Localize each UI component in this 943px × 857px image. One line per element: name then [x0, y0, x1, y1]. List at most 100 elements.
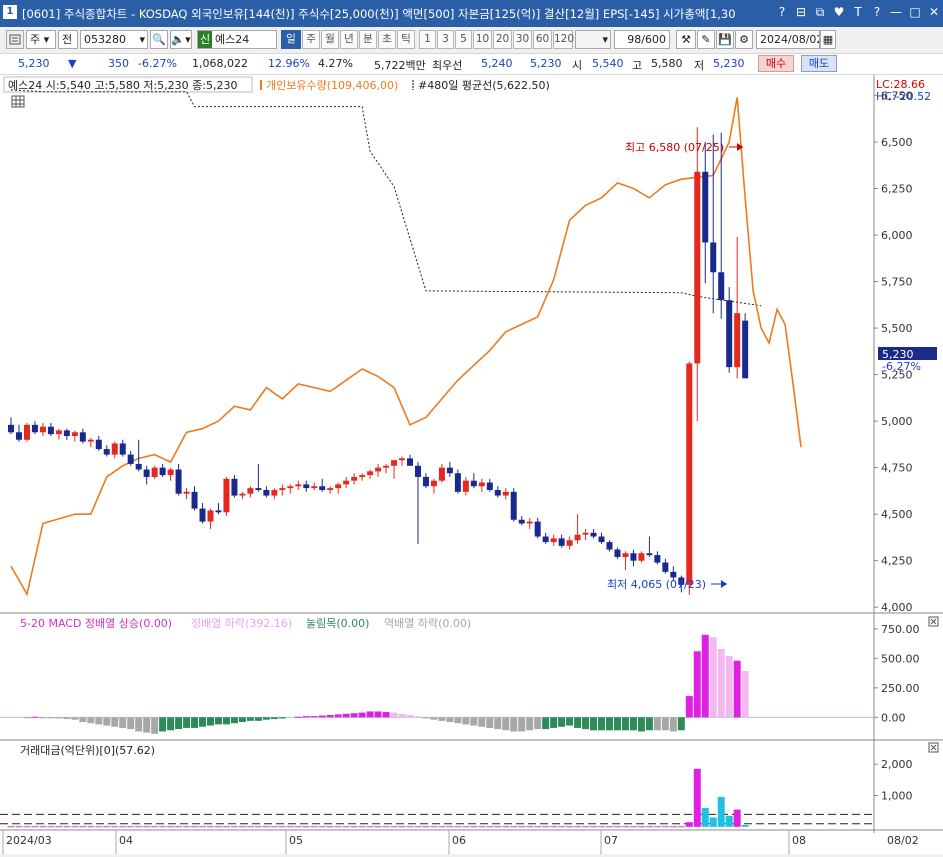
turnover-bar — [183, 825, 191, 828]
interval-3[interactable]: 3 — [437, 30, 454, 49]
candle-body — [263, 489, 270, 496]
candle-body — [199, 508, 206, 522]
price-tick-label: 4,250 — [881, 555, 913, 568]
minimize-button[interactable]: — — [887, 3, 905, 21]
turnover-bar — [534, 825, 542, 828]
settings-icon[interactable]: ⚙ — [735, 30, 753, 49]
candle-body — [343, 480, 350, 485]
turnover-bar — [741, 825, 749, 827]
turnover-bar — [199, 825, 207, 828]
turnover-bar — [566, 825, 574, 828]
price-tick-label: 5,500 — [881, 322, 913, 335]
text-icon[interactable]: T — [849, 3, 867, 21]
low-price: 5,230 — [713, 57, 745, 70]
macd-bar — [741, 671, 749, 718]
candle-body — [566, 540, 573, 546]
period-day[interactable]: 일 — [281, 30, 301, 49]
macd-bar — [246, 717, 254, 721]
chart-area[interactable]: 예스24 시:5,540 고:5,580 저:5,230 종:5,230 개인보… — [0, 75, 943, 854]
macd-bar — [143, 717, 151, 733]
macd-bar — [358, 712, 366, 718]
macd-tick-label: 750.00 — [881, 623, 920, 636]
candle-body — [8, 424, 14, 433]
cascade-icon[interactable]: ⧉ — [811, 3, 829, 21]
period-type-select[interactable]: 주 ▾ — [26, 30, 56, 49]
bar-total: /600 — [641, 33, 666, 46]
macd-bar — [183, 717, 191, 728]
rate-1: 12.96% — [268, 57, 310, 70]
chart-canvas[interactable]: 예스24 시:5,540 고:5,580 저:5,230 종:5,230 개인보… — [0, 75, 943, 854]
macd-bar — [414, 716, 422, 718]
save-icon[interactable]: 💾 — [716, 30, 734, 49]
interval-5[interactable]: 5 — [455, 30, 472, 49]
refresh-icon[interactable] — [6, 30, 24, 49]
title-bar: 1 [0601] 주식종합차트 - KOSDAQ 외국인보유[144(천)] 주… — [0, 0, 943, 27]
interval-custom-select[interactable]: ▾ — [575, 30, 611, 49]
turnover-bar — [414, 825, 422, 828]
favorite-icon[interactable]: ♥ — [830, 3, 848, 21]
interval-20[interactable]: 20 — [493, 30, 512, 49]
market-select[interactable]: 전 — [58, 30, 78, 49]
chart-tools-icon[interactable]: ⚒ — [676, 30, 696, 49]
period-minute[interactable]: 분 — [359, 30, 377, 49]
search-icon[interactable]: 🔍 — [150, 30, 168, 49]
turnover-bar — [661, 825, 669, 828]
candle-body — [279, 488, 286, 490]
stock-name-field[interactable]: 신 예스24 — [197, 30, 277, 49]
interval-30[interactable]: 30 — [513, 30, 532, 49]
period-week[interactable]: 주 — [302, 30, 320, 49]
candle-body — [638, 553, 645, 561]
question-icon[interactable]: ? — [868, 3, 886, 21]
candle-body — [646, 553, 653, 556]
turnover-bar — [550, 825, 558, 828]
draw-icon[interactable]: ✎ — [697, 30, 715, 49]
open-price: 5,540 — [592, 57, 624, 70]
candle-body — [351, 476, 358, 481]
macd-bar — [598, 717, 606, 731]
bar-count-field[interactable]: 98/600 — [614, 30, 670, 49]
macd-bar — [478, 717, 486, 727]
turnover-bar — [701, 808, 709, 827]
maximize-button[interactable]: □ — [906, 3, 924, 21]
candle-body — [598, 536, 605, 543]
candle-body — [582, 532, 589, 535]
stock-code-input[interactable]: 053280 ▾ — [80, 30, 148, 49]
high-annotation: 최고 6,580 (07/25) — [625, 141, 724, 154]
dropdown-arrow-icon: ▾ — [602, 33, 608, 46]
turnover-panel-close-icon[interactable] — [928, 742, 939, 753]
turnover-bar — [31, 825, 39, 828]
macd-bar — [733, 660, 741, 718]
period-second[interactable]: 초 — [378, 30, 396, 49]
turnover-bar — [717, 797, 725, 827]
calendar-icon[interactable]: ▦ — [820, 30, 836, 49]
close-button[interactable]: ✕ — [925, 3, 943, 21]
speaker-icon[interactable]: 🔈▾ — [170, 30, 192, 49]
candle-body — [734, 313, 741, 368]
interval-1[interactable]: 1 — [419, 30, 436, 49]
candle-body — [287, 486, 294, 489]
buy-button[interactable]: 매수 — [758, 55, 794, 72]
help-icon[interactable]: ? — [773, 3, 791, 21]
interval-10[interactable]: 10 — [473, 30, 492, 49]
period-year[interactable]: 년 — [340, 30, 358, 49]
turnover-bar — [621, 825, 629, 828]
period-month[interactable]: 월 — [321, 30, 339, 49]
candle-body — [510, 491, 517, 520]
candle-body — [662, 562, 669, 572]
screen-number: 1 — [3, 5, 17, 19]
grid-icon[interactable] — [11, 95, 25, 108]
interval-120[interactable]: 120 — [553, 30, 574, 49]
turnover-bar — [294, 825, 302, 828]
turnover-bar — [302, 825, 310, 828]
date-field[interactable]: 2024/08/02 — [756, 30, 820, 49]
sell-button[interactable]: 매도 — [801, 55, 837, 72]
candle-body — [183, 491, 190, 494]
interval-60[interactable]: 60 — [533, 30, 552, 49]
macd-bar — [398, 713, 406, 718]
window-title: [0601] 주식종합차트 - KOSDAQ 외국인보유[144(천)] 주식수… — [22, 7, 736, 21]
period-tick[interactable]: 틱 — [397, 30, 415, 49]
macd-panel-close-icon[interactable] — [928, 616, 939, 627]
candle-body — [670, 571, 677, 578]
turnover-bar — [709, 817, 717, 827]
restore-icon[interactable]: ⊟ — [792, 3, 810, 21]
